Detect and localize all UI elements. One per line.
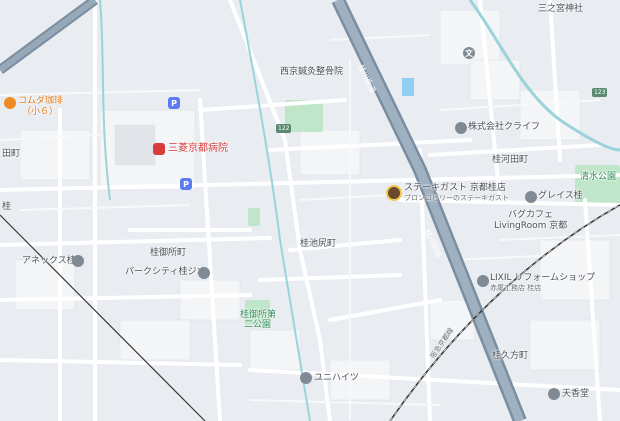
label-lixil-sub: 赤尾工務店 桂店 (490, 284, 542, 292)
label-komeda-sub: （小６） (22, 107, 59, 117)
label-grace[interactable]: グレイス桂 (538, 192, 583, 201)
shop-icon-2[interactable] (548, 388, 560, 400)
label-goshocho-park-2: 二公園 (244, 320, 272, 330)
label-hospital[interactable]: 三菱京都病院 (168, 144, 228, 154)
label-katsura-kawada: 桂河田町 (492, 155, 529, 165)
apartment-icon-2[interactable] (198, 267, 210, 279)
label-tenpoudo[interactable]: 天香堂 (562, 390, 589, 399)
label-sannomiya-jinja[interactable]: 三之宮神社 (538, 5, 583, 14)
label-seikotsuin[interactable]: 西京鍼灸整骨院 (280, 68, 343, 77)
label-shimizu-park[interactable]: 清水公園 (580, 173, 616, 182)
label-livingroom[interactable]: LivingRoom 京都 (494, 222, 567, 231)
restaurant-icon[interactable] (386, 185, 402, 201)
label-goshocho-park-1[interactable]: 桂御所第 (240, 311, 276, 320)
school-glyph: 文 (465, 48, 473, 58)
label-katsura-ikejiricho: 桂池尻町 (300, 239, 337, 249)
label-komeda[interactable]: コムダ珈琲 (18, 97, 63, 106)
label-katsura-oikatacho: 桂久方町 (492, 351, 529, 361)
shop-icon[interactable] (477, 275, 489, 287)
label-parkcity[interactable]: パークシティ桂ジオ (125, 268, 205, 277)
label-unihights[interactable]: ユニハイツ (314, 374, 359, 383)
label-steak-gust-sub: ブロンコビリーのステーキガスト (404, 194, 509, 202)
hospital-icon[interactable] (153, 143, 165, 155)
parking-glyph: P (171, 98, 177, 108)
label-katsura: 桂 (2, 202, 12, 212)
label-steak-gust[interactable]: ステーキガスト 京都桂店 (404, 184, 506, 193)
label-tadacho: 田町 (2, 149, 21, 159)
apartment-icon-3[interactable] (300, 372, 312, 384)
company-icon[interactable] (455, 122, 467, 134)
building-icon[interactable] (525, 191, 537, 203)
parking-icon-2[interactable]: P (180, 178, 192, 190)
parking-icon[interactable]: P (168, 97, 180, 109)
apartment-icon[interactable] (72, 255, 84, 267)
parking-glyph-2: P (183, 179, 189, 189)
map-canvas[interactable]: 桂川街道 桂川街道 阪急京都線 122 123 三之宮神社 文 西京鍼灸整骨院 … (0, 0, 620, 421)
road-shield-123: 123 (592, 88, 608, 97)
label-lixil[interactable]: LIXIL リフォームショップ (490, 274, 595, 283)
road-shield-122: 122 (276, 124, 292, 133)
label-annex[interactable]: アネックス桂 (22, 257, 76, 266)
cafe-icon[interactable] (4, 97, 16, 109)
school-icon[interactable]: 文 (463, 47, 475, 59)
label-bagcafe[interactable]: バグカフェ (508, 211, 553, 220)
label-klaif[interactable]: 株式会社クライフ (468, 123, 540, 132)
label-katsura-goshocho: 桂御所町 (150, 248, 187, 258)
